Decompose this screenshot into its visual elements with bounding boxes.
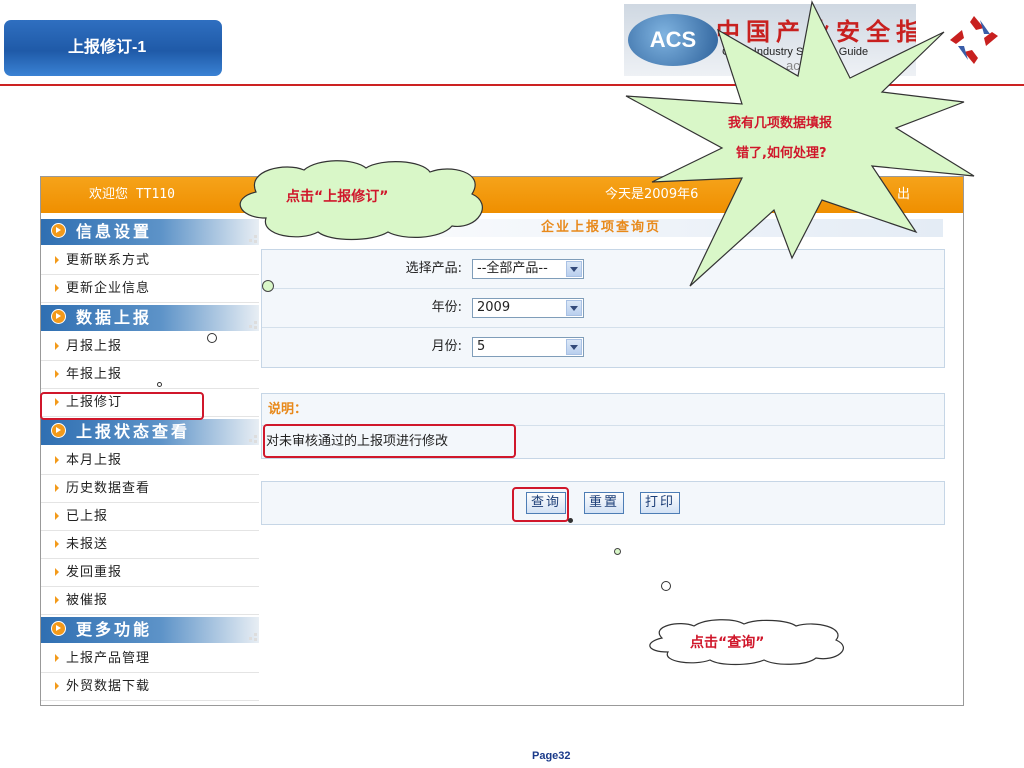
- sidebar-item-history[interactable]: 历史数据查看: [41, 475, 259, 503]
- callout-cloud-bottom-text: 点击“查询”: [690, 635, 765, 651]
- grip-icon: [249, 321, 257, 329]
- product-select-value: --全部产品--: [477, 261, 548, 276]
- section-title: 上报状态查看: [76, 422, 191, 441]
- highlight-query-button: [512, 487, 569, 522]
- sidebar-item-label: 被催报: [66, 593, 109, 608]
- year-select-value: 2009: [477, 300, 511, 315]
- highlight-instructions: [263, 424, 516, 458]
- section-arrow-icon: [51, 309, 66, 324]
- sidebar-item-monthly-report[interactable]: 月报上报: [41, 333, 259, 361]
- callout-bubble-dot: [614, 548, 621, 555]
- sidebar-item-trade-download[interactable]: 外贸数据下载: [41, 673, 259, 701]
- starburst-text-line1: 我有几项数据填报: [728, 116, 833, 131]
- callout-bubble-dot: [568, 518, 573, 523]
- section-arrow-icon: [51, 223, 66, 238]
- instructions-title: 说明：: [268, 402, 308, 417]
- section-title: 更多功能: [76, 620, 153, 639]
- bullet-icon: [55, 456, 59, 464]
- sidebar-section-more[interactable]: 更多功能: [41, 617, 259, 643]
- month-select-value: 5: [477, 339, 486, 354]
- form-row-month: 月份: 5: [262, 328, 944, 366]
- bullet-icon: [55, 512, 59, 520]
- slide-title: 上报修订-1: [4, 20, 222, 76]
- bullet-icon: [55, 370, 59, 378]
- highlight-report-revision: [40, 392, 204, 420]
- callout-bubble-dot: [262, 280, 274, 292]
- year-select[interactable]: 2009: [472, 298, 584, 318]
- sidebar-item-label: 上报产品管理: [66, 651, 151, 666]
- callout-cloud-left-text: 点击“上报修订”: [286, 189, 389, 205]
- bullet-icon: [55, 682, 59, 690]
- section-arrow-icon: [51, 621, 66, 636]
- sidebar-item-label: 未报送: [66, 537, 109, 552]
- sidebar-item-label: 已上报: [66, 509, 109, 524]
- sidebar-item-reminded[interactable]: 被催报: [41, 587, 259, 615]
- callout-bubble-dot: [661, 581, 671, 591]
- sidebar: 信息设置 更新联系方式 更新企业信息 数据上报 月报上报 年报上报 上报修订 上…: [41, 213, 259, 705]
- sidebar-item-annual-report[interactable]: 年报上报: [41, 361, 259, 389]
- product-select[interactable]: --全部产品--: [472, 259, 584, 279]
- section-title: 信息设置: [76, 222, 153, 241]
- sidebar-section-report-status[interactable]: 上报状态查看: [41, 419, 259, 445]
- callout-bubble-dot: [207, 333, 217, 343]
- sidebar-item-update-company[interactable]: 更新企业信息: [41, 275, 259, 303]
- chevron-down-icon: [566, 261, 582, 277]
- year-label: 年份:: [431, 300, 462, 315]
- callout-bubble-dot: [157, 382, 162, 387]
- bullet-icon: [55, 540, 59, 548]
- button-bar: 查询 重置 打印: [261, 481, 945, 525]
- print-button[interactable]: 打印: [640, 492, 680, 514]
- sidebar-item-update-contact[interactable]: 更新联系方式: [41, 247, 259, 275]
- grip-icon: [249, 435, 257, 443]
- sidebar-section-data-report[interactable]: 数据上报: [41, 305, 259, 331]
- sidebar-item-label: 外贸数据下载: [66, 679, 151, 694]
- section-title: 数据上报: [76, 308, 153, 327]
- bullet-icon: [55, 342, 59, 350]
- month-label: 月份:: [431, 339, 462, 354]
- product-label: 选择产品:: [405, 261, 462, 276]
- starburst-text-line2: 错了,如何处理?: [736, 146, 827, 161]
- grip-icon: [249, 633, 257, 641]
- sidebar-item-label: 更新联系方式: [66, 253, 151, 268]
- welcome-text: 欢迎您 TT110: [89, 187, 175, 202]
- sidebar-item-product-management[interactable]: 上报产品管理: [41, 645, 259, 673]
- sidebar-item-label: 月报上报: [66, 339, 123, 354]
- bullet-icon: [55, 654, 59, 662]
- bullet-icon: [55, 284, 59, 292]
- sidebar-item-label: 本月上报: [66, 453, 123, 468]
- sidebar-item-reported[interactable]: 已上报: [41, 503, 259, 531]
- page-number: Page32: [532, 750, 571, 762]
- month-select[interactable]: 5: [472, 337, 584, 357]
- bullet-icon: [55, 568, 59, 576]
- reset-button[interactable]: 重置: [584, 492, 624, 514]
- sidebar-item-label: 历史数据查看: [66, 481, 151, 496]
- bullet-icon: [55, 256, 59, 264]
- sidebar-item-not-submitted[interactable]: 未报送: [41, 531, 259, 559]
- bullet-icon: [55, 484, 59, 492]
- bullet-icon: [55, 596, 59, 604]
- sidebar-item-this-month[interactable]: 本月上报: [41, 447, 259, 475]
- sidebar-item-label: 年报上报: [66, 367, 123, 382]
- sidebar-item-returned[interactable]: 发回重报: [41, 559, 259, 587]
- sidebar-item-label: 发回重报: [66, 565, 123, 580]
- chevron-down-icon: [566, 339, 582, 355]
- sidebar-item-label: 更新企业信息: [66, 281, 151, 296]
- chevron-down-icon: [566, 300, 582, 316]
- section-arrow-icon: [51, 423, 66, 438]
